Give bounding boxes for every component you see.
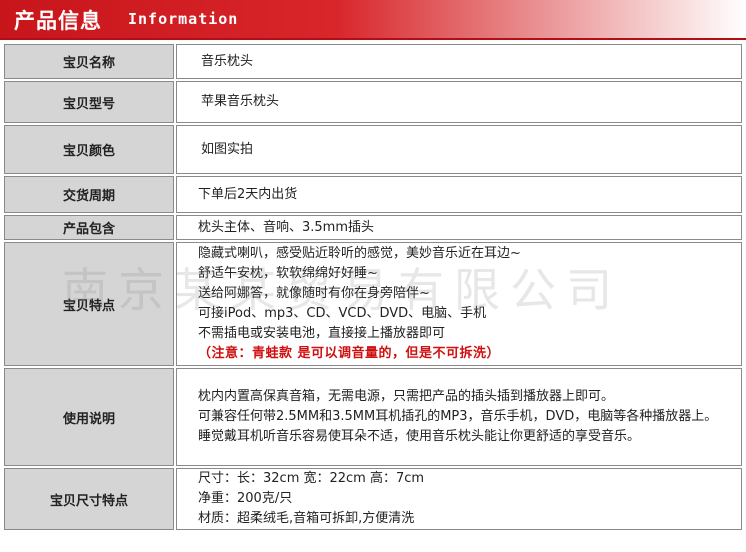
row-value: 枕头主体、音响、3.5mm插头	[176, 215, 742, 240]
row-label: 交货周期	[4, 176, 174, 213]
value-line: 可接iPod、mp3、CD、VCD、DVD、电脑、手机	[198, 306, 487, 321]
row-value: 苹果音乐枕头	[176, 81, 742, 123]
row-label: 宝贝名称	[4, 44, 174, 79]
row-label: 宝贝尺寸特点	[4, 468, 174, 530]
value-line: 可兼容任何带2.5MM和3.5MM耳机插孔的MP3，音乐手机，DVD，电脑等各种…	[198, 409, 718, 424]
header-divider	[0, 38, 746, 40]
table-row: 宝贝尺寸特点 尺寸：长：32cm 宽：22cm 高：7cm 净重：200克/只 …	[4, 468, 742, 530]
value-line: 净重：200克/只	[198, 491, 293, 506]
row-label: 宝贝颜色	[4, 125, 174, 174]
value-line: 隐藏式喇叭，感受贴近聆听的感觉，美妙音乐近在耳边~	[198, 246, 521, 261]
value-line: 枕头主体、音响、3.5mm插头	[198, 219, 375, 235]
header-title: 产品信息	[14, 9, 102, 33]
row-value: 枕内内置高保真音箱，无需电源，只需把产品的插头插到播放器上即可。 可兼容任何带2…	[176, 368, 742, 466]
table-row: 使用说明 枕内内置高保真音箱，无需电源，只需把产品的插头插到播放器上即可。 可兼…	[4, 368, 742, 466]
row-value: 尺寸：长：32cm 宽：22cm 高：7cm 净重：200克/只 材质：超柔绒毛…	[176, 468, 742, 530]
table-row: 产品包含 枕头主体、音响、3.5mm插头	[4, 215, 742, 240]
row-value: 下单后2天内出货	[176, 176, 742, 213]
value-line: 舒适午安枕，软软绵绵好好睡~	[198, 266, 378, 281]
value-line: 睡觉戴耳机听音乐容易使耳朵不适，使用音乐枕头能让你更舒适的享受音乐。	[198, 429, 641, 444]
row-label: 宝贝型号	[4, 81, 174, 123]
value-line: 音乐枕头	[201, 53, 254, 69]
row-value: 音乐枕头	[176, 44, 742, 79]
spec-table: 宝贝名称 音乐枕头 宝贝型号 苹果音乐枕头 宝贝颜色 如图实拍 交货周期 下单后…	[2, 42, 744, 532]
row-value: 如图实拍	[176, 125, 742, 174]
value-line: 如图实拍	[201, 141, 254, 157]
row-label: 产品包含	[4, 215, 174, 240]
value-line: 苹果音乐枕头	[201, 94, 280, 109]
value-line: 枕内内置高保真音箱，无需电源，只需把产品的插头插到播放器上即可。	[198, 389, 615, 404]
table-row: 交货周期 下单后2天内出货	[4, 176, 742, 213]
row-label: 宝贝特点	[4, 242, 174, 366]
note-text: （注意：青蛙款 是可以调音量的，但是不可拆洗）	[198, 346, 501, 361]
row-value: 隐藏式喇叭，感受贴近聆听的感觉，美妙音乐近在耳边~ 舒适午安枕，软软绵绵好好睡~…	[176, 242, 742, 366]
header-banner: 产品信息 Information	[0, 0, 746, 38]
value-line: 送给阿娜答，就像随时有你在身旁陪伴~	[198, 286, 430, 301]
row-label: 使用说明	[4, 368, 174, 466]
value-line: 不需插电或安装电池，直接接上播放器即可	[198, 326, 446, 341]
table-row: 宝贝特点 隐藏式喇叭，感受贴近聆听的感觉，美妙音乐近在耳边~ 舒适午安枕，软软绵…	[4, 242, 742, 366]
table-row: 宝贝颜色 如图实拍	[4, 125, 742, 174]
table-row: 宝贝名称 音乐枕头	[4, 44, 742, 79]
value-line: 下单后2天内出货	[198, 186, 298, 202]
value-line: 尺寸：长：32cm 宽：22cm 高：7cm	[198, 471, 425, 486]
header-subtitle: Information	[128, 10, 239, 28]
table-row: 宝贝型号 苹果音乐枕头	[4, 81, 742, 123]
value-line: 材质：超柔绒毛,音箱可拆卸,方便清洗	[198, 511, 415, 526]
